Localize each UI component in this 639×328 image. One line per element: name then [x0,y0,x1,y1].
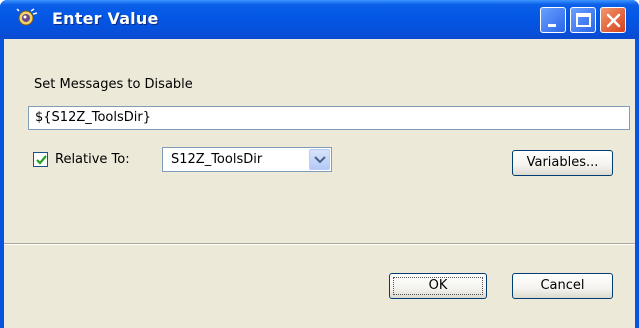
relative-to-checkbox[interactable] [33,152,48,167]
eclipse-wizard-icon [16,8,38,30]
variables-button[interactable]: Variables... [512,150,613,176]
header-label: Set Messages to Disable [34,77,193,92]
separator [4,243,635,245]
ok-button[interactable]: OK [389,273,487,299]
close-button[interactable] [600,7,626,33]
checkmark-icon [36,155,47,165]
relative-to-label: Relative To: [55,152,130,167]
title-bar[interactable]: Enter Value [0,0,639,39]
value-input[interactable]: ${S12Z_ToolsDir} [28,106,630,130]
chevron-down-icon [314,156,326,164]
cancel-button[interactable]: Cancel [512,273,613,299]
maximize-button[interactable] [570,7,596,33]
relative-to-dropdown[interactable]: S12Z_ToolsDir [162,147,332,172]
close-icon [606,13,621,28]
minimize-button[interactable] [540,7,566,33]
dropdown-value: S12Z_ToolsDir [171,152,263,167]
focus-ring [393,277,483,295]
maximize-icon [576,13,591,27]
dropdown-button[interactable] [309,149,330,170]
window-title: Enter Value [52,9,159,28]
minimize-icon [548,24,556,27]
